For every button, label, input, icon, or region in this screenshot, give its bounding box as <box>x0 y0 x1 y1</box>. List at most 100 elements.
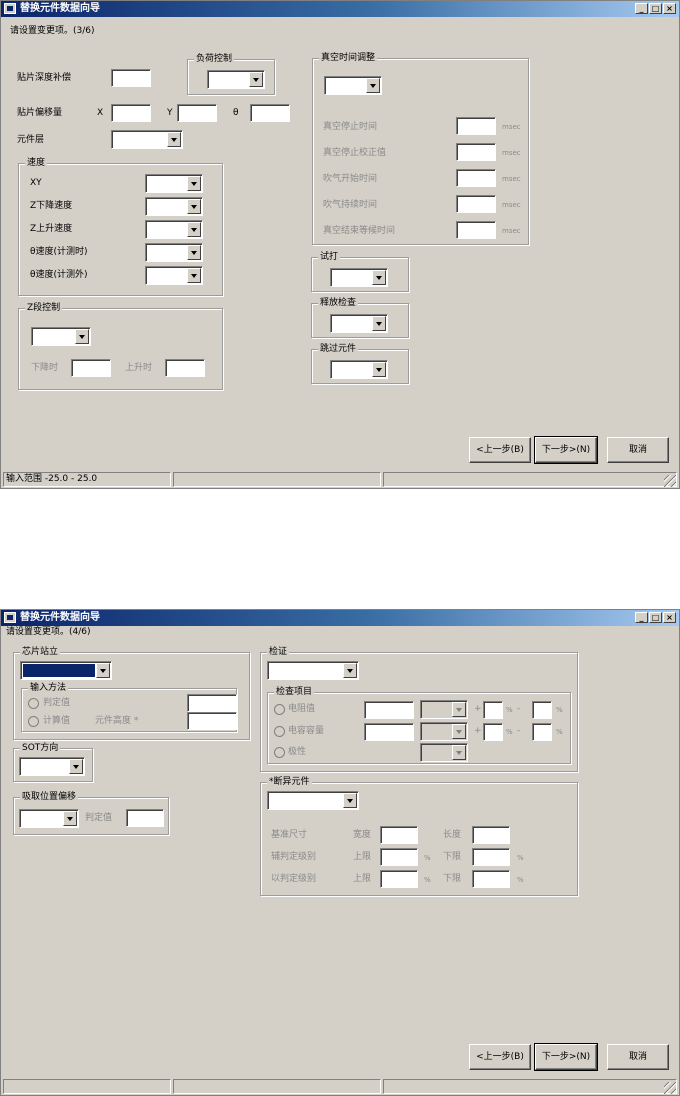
speed-theta-other-select[interactable] <box>145 266 203 285</box>
component-height-input[interactable] <box>187 712 237 730</box>
resistance-minus-input[interactable] <box>532 701 552 719</box>
close-icon[interactable]: × <box>663 612 676 623</box>
polarity-radio[interactable] <box>274 747 285 758</box>
judge-value-input[interactable] <box>187 694 237 712</box>
level-a-upper-input[interactable] <box>380 848 418 866</box>
status-bar <box>3 1079 677 1095</box>
release-check-select[interactable] <box>330 314 388 333</box>
chevron-down-icon[interactable] <box>366 78 380 93</box>
cancel-button[interactable]: 取消 <box>607 437 669 463</box>
vacuum-select[interactable] <box>324 76 382 95</box>
polarity-label: 极性 <box>288 747 307 757</box>
vacuum-end-wait-input[interactable] <box>456 221 496 239</box>
level-b-lower-input[interactable] <box>472 870 510 888</box>
chevron-down-icon[interactable] <box>372 270 386 285</box>
chip-standing-select[interactable] <box>20 661 112 680</box>
sot-direction-select[interactable] <box>19 757 85 776</box>
chevron-down-icon[interactable] <box>167 132 181 147</box>
z2-down-input[interactable] <box>71 359 111 377</box>
chevron-down-icon[interactable] <box>343 663 357 678</box>
maximize-icon[interactable]: □ <box>649 3 662 14</box>
maximize-icon[interactable]: □ <box>649 612 662 623</box>
back-button[interactable]: <上一步(B) <box>469 1044 531 1070</box>
speed-z-down-select[interactable] <box>145 197 203 216</box>
z2-control-group: Z段控制 下降时 上升时 <box>18 302 223 390</box>
vacuum-stop-correct-input[interactable] <box>456 143 496 161</box>
title-bar[interactable]: 替换元件数据向导 _ □ × <box>1 1 679 17</box>
calc-value-radio[interactable] <box>28 716 39 727</box>
next-button[interactable]: 下一步>(N) <box>534 436 598 464</box>
offset-y-input[interactable] <box>177 104 217 122</box>
back-button[interactable]: <上一步(B) <box>469 437 531 463</box>
resistance-input[interactable] <box>364 701 414 719</box>
chevron-down-icon[interactable] <box>452 745 466 760</box>
length-label: 长度 <box>443 830 462 840</box>
mount-depth-input[interactable] <box>111 69 151 87</box>
chevron-down-icon[interactable] <box>187 222 201 237</box>
capacitance-minus-input[interactable] <box>532 723 552 741</box>
capacitance-input[interactable] <box>364 723 414 741</box>
vacuum-stop-input[interactable] <box>456 117 496 135</box>
chevron-down-icon[interactable] <box>343 793 357 808</box>
offset-theta-input[interactable] <box>250 104 290 122</box>
capacitance-unit-select[interactable] <box>420 722 468 741</box>
chevron-down-icon[interactable] <box>187 268 201 283</box>
resistance-unit-select[interactable] <box>420 700 468 719</box>
z2-up-label: 上升时 <box>125 363 153 373</box>
length-input[interactable] <box>472 826 510 844</box>
blow-continue-input[interactable] <box>456 195 496 213</box>
chevron-down-icon[interactable] <box>75 329 89 344</box>
speed-theta-rec-select[interactable] <box>145 243 203 262</box>
resistance-radio[interactable] <box>274 704 285 715</box>
resize-grip-icon[interactable] <box>664 475 676 487</box>
cancel-button[interactable]: 取消 <box>607 1044 669 1070</box>
chevron-down-icon[interactable] <box>187 176 201 191</box>
chevron-down-icon[interactable] <box>249 72 263 87</box>
blow-start-input[interactable] <box>456 169 496 187</box>
judge-value-radio[interactable] <box>28 698 39 709</box>
pickup-offset-select[interactable] <box>19 809 79 828</box>
speed-z-up-select[interactable] <box>145 220 203 239</box>
close-icon[interactable]: × <box>663 3 676 14</box>
chevron-down-icon[interactable] <box>372 362 386 377</box>
level-b-upper-input[interactable] <box>380 870 418 888</box>
resize-grip-icon[interactable] <box>664 1082 676 1094</box>
polarity-select[interactable] <box>420 743 468 762</box>
chevron-down-icon[interactable] <box>372 316 386 331</box>
capacitance-plus-input[interactable] <box>483 723 503 741</box>
mount-offset-label: 贴片偏移量 <box>17 108 63 118</box>
offset-x-input[interactable] <box>111 104 151 122</box>
verify-select[interactable] <box>267 661 359 680</box>
z2-control-select[interactable] <box>31 327 91 346</box>
speed-xy-select[interactable] <box>145 174 203 193</box>
chevron-down-icon[interactable] <box>63 811 77 826</box>
title-bar[interactable]: 替换元件数据向导 _ □ × <box>1 610 679 626</box>
chip-standing-legend: 芯片站立 <box>20 646 61 658</box>
status-pane <box>383 472 677 487</box>
lower-label: 下限 <box>443 874 462 884</box>
z2-control-legend: Z段控制 <box>25 302 63 314</box>
chevron-down-icon[interactable] <box>96 663 110 678</box>
chevron-down-icon[interactable] <box>187 245 201 260</box>
z2-up-input[interactable] <box>165 359 205 377</box>
minimize-icon[interactable]: _ <box>635 3 648 14</box>
component-layer-select[interactable] <box>111 130 183 149</box>
trial-select[interactable] <box>330 268 388 287</box>
chevron-down-icon[interactable] <box>452 724 466 739</box>
skip-component-select[interactable] <box>330 360 388 379</box>
pickup-judge-input[interactable] <box>126 809 164 827</box>
judge-component-select[interactable] <box>267 791 359 810</box>
chevron-down-icon[interactable] <box>452 702 466 717</box>
minimize-icon[interactable]: _ <box>635 612 648 623</box>
level-a-lower-input[interactable] <box>472 848 510 866</box>
resistance-plus-input[interactable] <box>483 701 503 719</box>
speed-z-up-label: Z上升速度 <box>30 224 73 234</box>
load-control-select[interactable] <box>207 70 265 89</box>
check-items-group: 检查项目 电阻值 + % - % 电容容量 + % - % 极性 <box>267 686 571 764</box>
chevron-down-icon[interactable] <box>187 199 201 214</box>
next-button[interactable]: 下一步>(N) <box>534 1043 598 1071</box>
width-input[interactable] <box>380 826 418 844</box>
status-pane <box>3 1079 171 1094</box>
capacitance-radio[interactable] <box>274 726 285 737</box>
chevron-down-icon[interactable] <box>69 759 83 774</box>
